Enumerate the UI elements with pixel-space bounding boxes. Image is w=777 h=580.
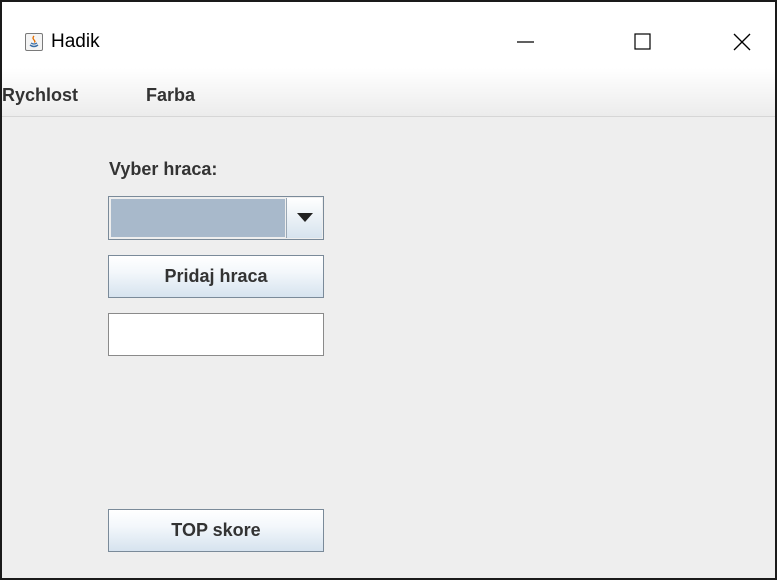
menu-bar: Rychlost Farba [2, 68, 775, 117]
menu-farba[interactable]: Farba [146, 85, 195, 106]
window-title: Hadik [51, 31, 100, 52]
player-name-input[interactable] [108, 313, 324, 356]
title-bar[interactable]: Hadik [2, 2, 775, 68]
close-icon [733, 33, 751, 51]
menu-rychlost[interactable]: Rychlost [2, 85, 78, 106]
add-player-button[interactable]: Pridaj hraca [108, 255, 324, 298]
minimize-icon [517, 41, 534, 43]
player-label: Vyber hraca: [109, 159, 218, 179]
app-window: Hadik Rychlost Farba Vyber hraca: Pridaj… [0, 0, 777, 580]
main-panel: Vyber hraca: Pridaj hraca TOP skore [2, 117, 775, 578]
chevron-down-icon [297, 213, 313, 222]
maximize-button[interactable] [617, 24, 667, 64]
maximize-icon [634, 33, 651, 50]
top-score-button[interactable]: TOP skore [108, 509, 324, 552]
java-icon [25, 33, 43, 51]
player-select-value[interactable] [111, 199, 285, 237]
player-select[interactable] [108, 196, 324, 240]
dropdown-arrow-button[interactable] [286, 198, 322, 238]
minimize-button[interactable] [501, 24, 551, 64]
close-button[interactable] [717, 24, 767, 64]
